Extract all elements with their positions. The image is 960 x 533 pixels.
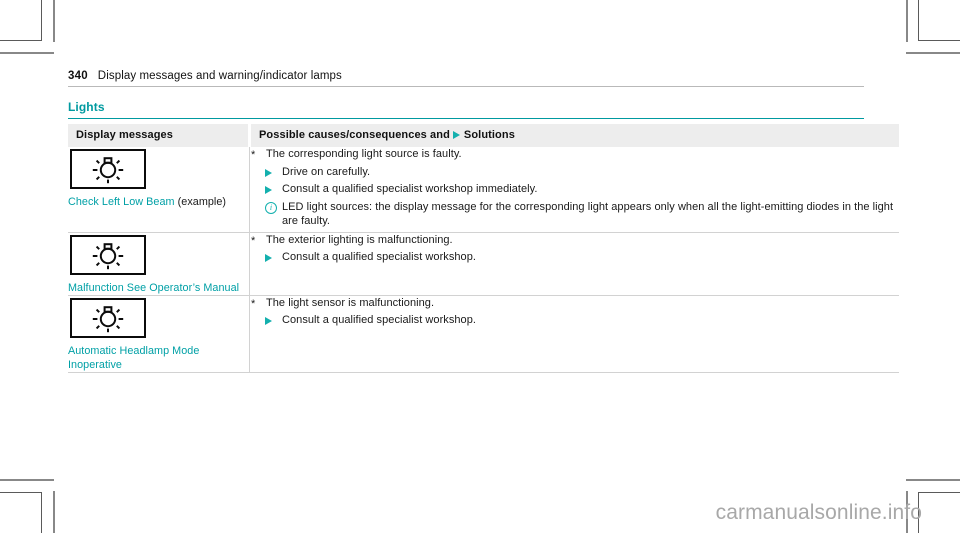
crop-mark-top-right-inner-horizontal — [906, 52, 960, 54]
page-running-header: 340 Display messages and warning/indicat… — [68, 70, 864, 87]
crop-mark-top-right-horizontal — [918, 40, 960, 41]
display-message-text: Malfunction See Opera­tor’s Manual — [68, 281, 240, 294]
triangle-right-icon — [265, 254, 272, 262]
table-header-row: Display messages Possible causes/consequ… — [68, 124, 899, 147]
cause-text: The exterior lighting is malfunctioning. — [266, 233, 453, 246]
site-watermark: carmanualsonline.info — [715, 501, 922, 524]
solution-list-item: Consult a qualified specialist workshop. — [250, 250, 899, 265]
solution-list-item: Drive on carefully. — [250, 165, 899, 180]
causes-solutions-cell: * The exterior lighting is malfunctioning… — [249, 232, 899, 296]
cause-text: The light sensor is malfunctioning. — [266, 296, 435, 309]
triangle-right-icon — [265, 186, 272, 194]
note-list-item: i LED light sources: the display message … — [250, 200, 899, 229]
info-circle-icon: i — [265, 201, 277, 214]
display-message-cell: Check Left Low Beam (example) — [68, 147, 250, 233]
solution-text: Consult a qualified specialist workshop. — [282, 251, 476, 263]
crop-mark-top-right-vertical — [906, 0, 908, 42]
solution-list-item: Consult a qualified specialist workshop … — [250, 182, 899, 197]
crop-mark-bottom-left-inner-vertical — [41, 492, 42, 533]
crop-mark-bottom-left-horizontal — [0, 492, 42, 493]
note-text: LED light sources: the display message f… — [282, 200, 894, 228]
solution-text: Drive on carefully. — [282, 165, 371, 178]
display-message-cell: Malfunction See Opera­tor’s Manual — [68, 232, 250, 296]
crop-mark-top-left-vertical — [53, 0, 55, 42]
section-heading: Lights — [68, 100, 864, 119]
causes-solutions-list: * The exterior lighting is malfunctioning… — [250, 233, 899, 265]
crop-mark-top-right-inner-vertical — [918, 0, 919, 41]
display-message-cell: Automatic Headlamp Mode Inoperative — [68, 295, 250, 373]
cause-list-item: * The light sensor is malfunctioning. — [250, 296, 899, 311]
table-header: Display messages Possible causes/consequ… — [68, 124, 899, 147]
column-header-causes-solutions: Possible causes/consequences and Solution… — [249, 124, 899, 147]
asterisk-marker: * — [251, 149, 256, 161]
causes-solutions-cell: * The light sensor is malfunctioning. Cons… — [249, 295, 899, 373]
asterisk-marker: * — [251, 297, 256, 310]
bulb-failure-lamp-icon — [70, 149, 146, 189]
crop-mark-top-left-horizontal — [0, 40, 42, 41]
display-message-label: Check Left Low Beam (example) — [68, 195, 249, 209]
solution-text: Consult a qualified specialist workshop. — [282, 314, 476, 326]
display-message-suffix: (example) — [174, 196, 227, 208]
crop-mark-top-left-inner-vertical — [41, 0, 42, 41]
crop-mark-bottom-right-inner-horizontal — [906, 479, 960, 481]
display-message-label: Automatic Headlamp Mode Inoperative — [68, 344, 249, 372]
causes-solutions-cell: * The corresponding light source is fault… — [249, 147, 899, 233]
solution-list-item: Consult a qualified specialist workshop. — [250, 313, 899, 328]
display-messages-table: Display messages Possible causes/consequ… — [68, 124, 899, 373]
asterisk-marker: * — [251, 234, 256, 247]
column-header-solutions-label: Solutions — [463, 129, 515, 141]
triangle-right-icon — [265, 168, 272, 177]
cause-list-item: * The corresponding light source is fault… — [250, 147, 899, 162]
bulb-failure-lamp-icon — [70, 234, 146, 275]
crop-mark-bottom-right-horizontal — [918, 492, 960, 493]
cause-list-item: * The exterior lighting is malfunctioning… — [250, 233, 899, 248]
column-header-causes-label: Possible causes/consequences and — [259, 129, 450, 141]
cause-text: The corresponding light source is faulty… — [266, 148, 462, 160]
table-row: Check Left Low Beam (example) * The corres… — [68, 147, 899, 233]
solution-text: Consult a qualified specialist workshop … — [282, 183, 538, 195]
causes-solutions-list: * The light sensor is malfunctioning. Cons… — [250, 296, 899, 328]
table-body: Check Left Low Beam (example) * The corres… — [68, 147, 899, 373]
triangle-right-icon — [452, 131, 460, 139]
crop-mark-top-left-inner-horizontal — [0, 52, 54, 54]
causes-solutions-list: * The corresponding light source is fault… — [250, 147, 899, 229]
display-message-text: Check Left Low Beam — [68, 196, 175, 208]
column-header-display-messages: Display messages — [68, 124, 251, 147]
bulb-failure-lamp-icon — [70, 297, 146, 338]
display-message-label: Malfunction See Opera­tor’s Manual — [68, 281, 249, 295]
crop-mark-bottom-left-inner-horizontal — [0, 479, 54, 481]
page-running-title: Display messages and warning/indicator l… — [97, 70, 342, 82]
crop-mark-bottom-left-vertical — [53, 491, 55, 533]
table-row: Malfunction See Opera­tor’s Manual * The e… — [68, 232, 899, 296]
table-row: Automatic Headlamp Mode Inoperative * The … — [68, 295, 899, 373]
page-number: 340 — [68, 70, 88, 82]
display-message-text: Automatic Headlamp Mode Inoperative — [68, 344, 200, 371]
triangle-right-icon — [265, 317, 272, 325]
